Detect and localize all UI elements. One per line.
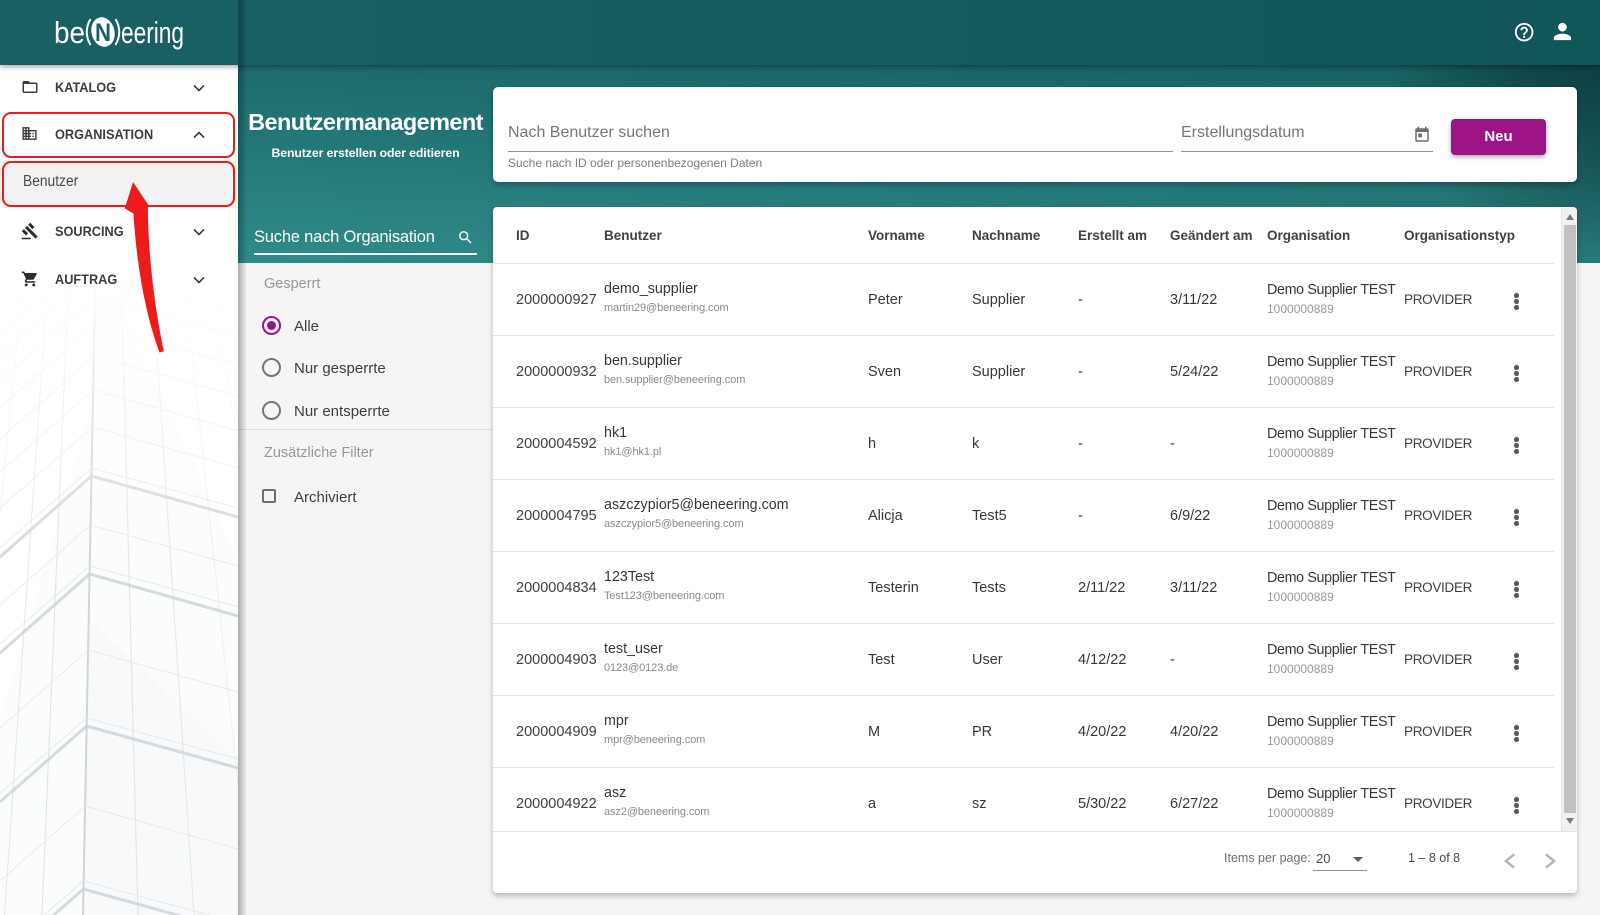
svg-text:eering: eering bbox=[121, 15, 184, 50]
svg-text:be: be bbox=[54, 15, 85, 50]
svg-text:N: N bbox=[95, 19, 111, 47]
